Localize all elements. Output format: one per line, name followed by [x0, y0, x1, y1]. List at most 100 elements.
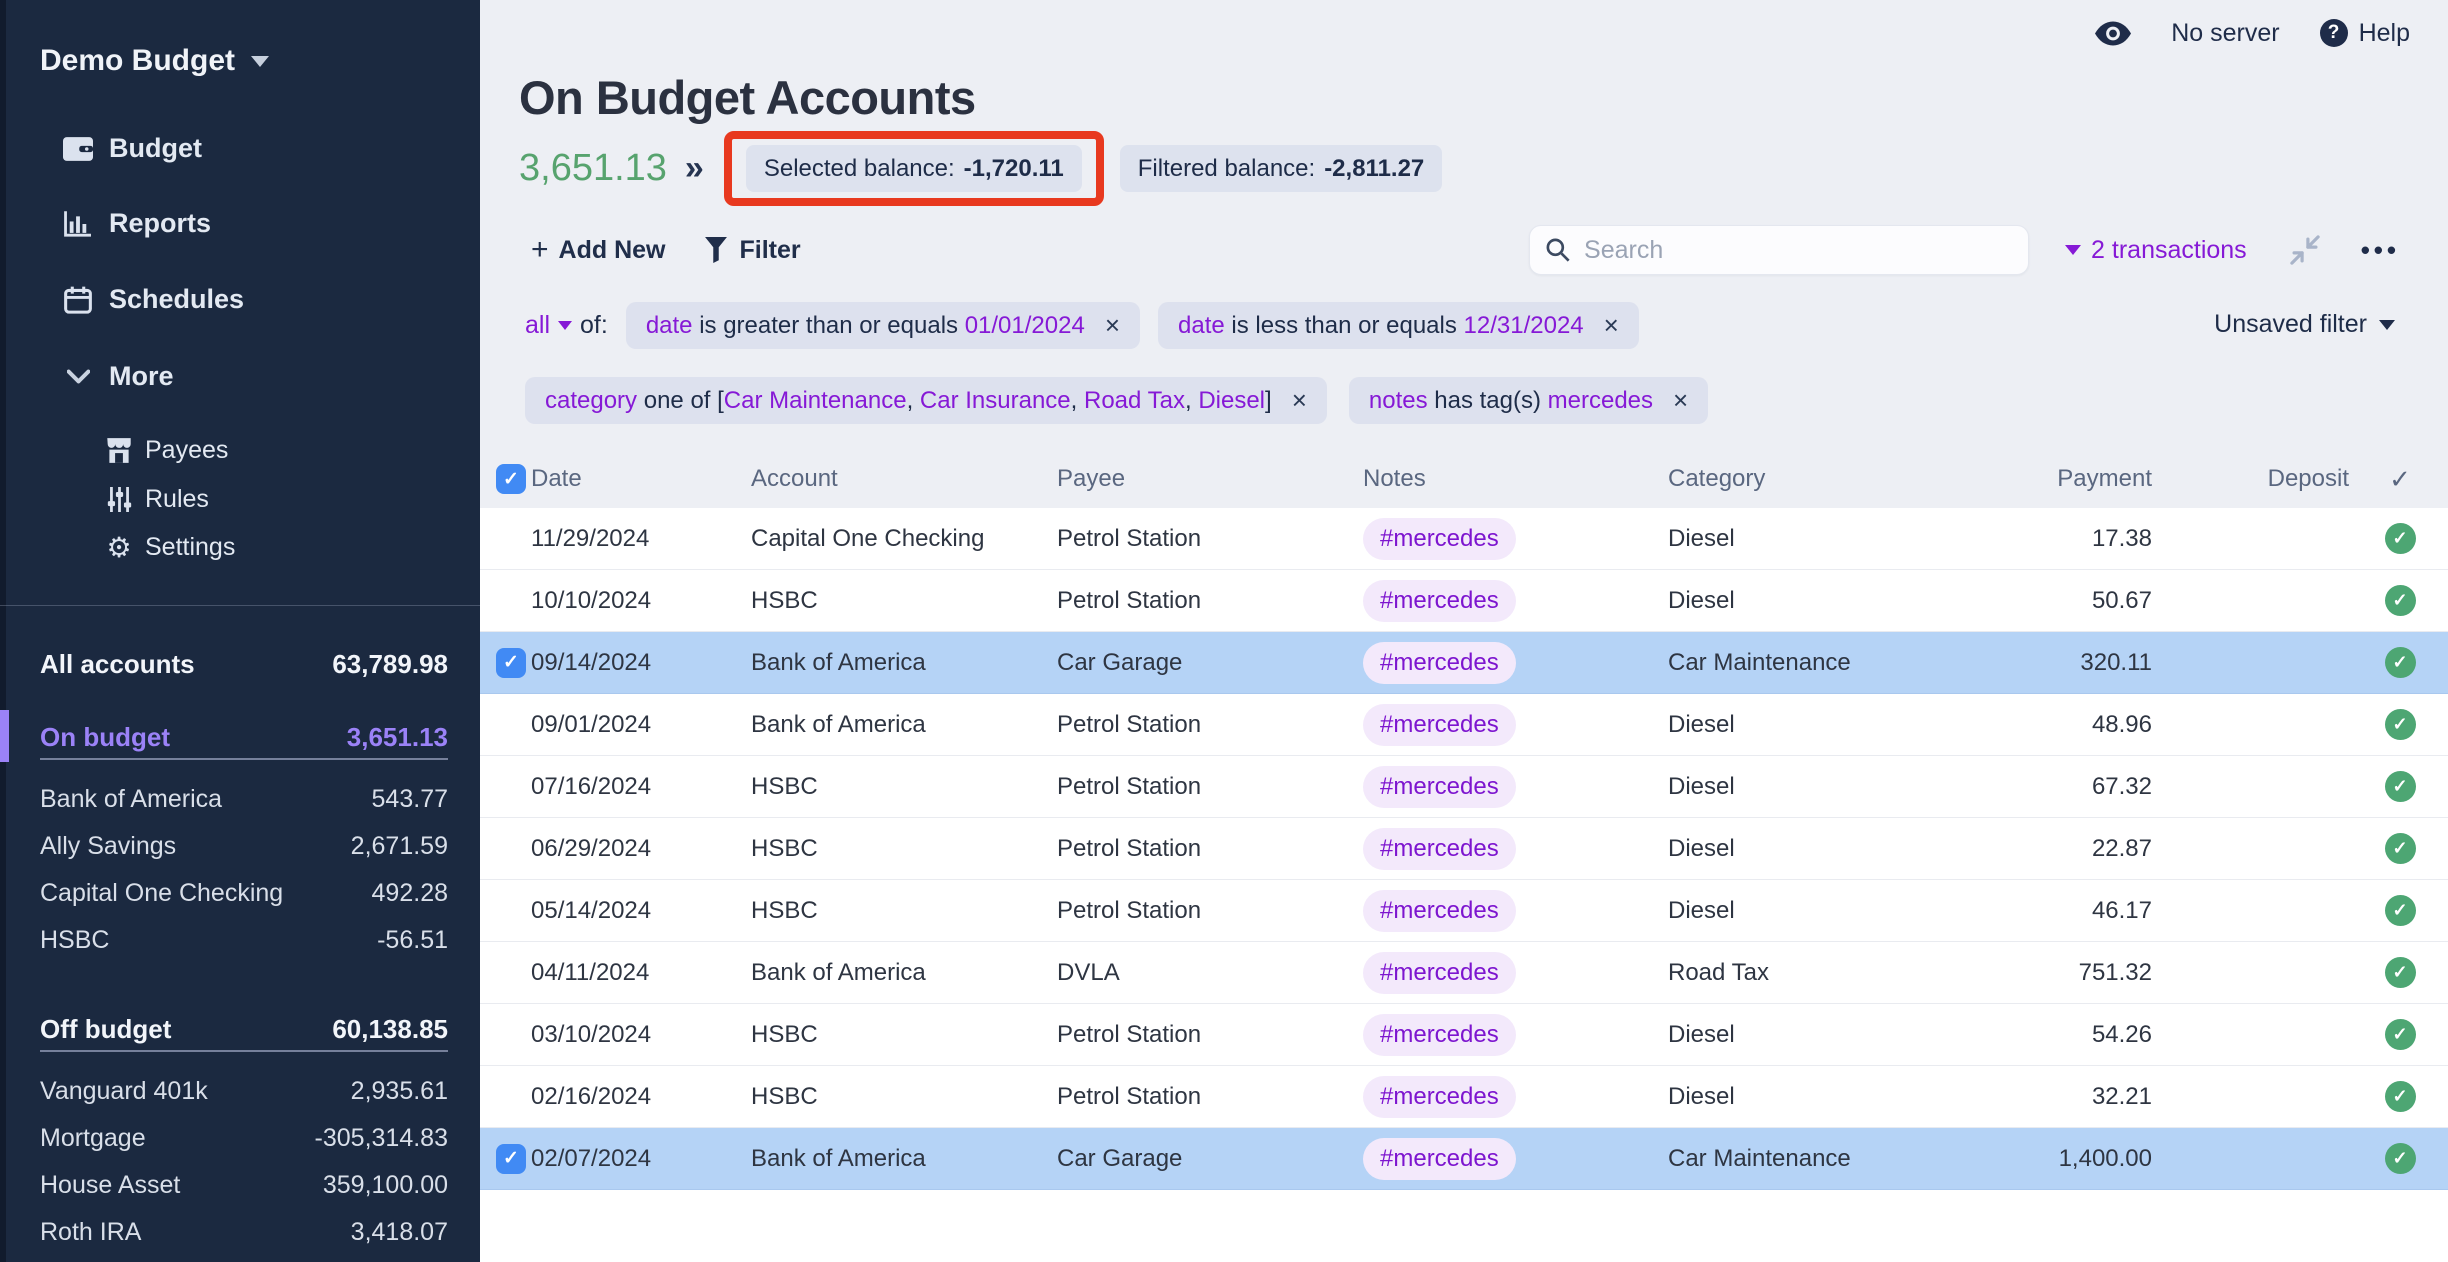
- cell-payment[interactable]: 48.96: [1892, 694, 2152, 755]
- cleared-icon[interactable]: ✓: [2385, 895, 2416, 926]
- column-header-date[interactable]: Date: [531, 450, 741, 508]
- cell-date[interactable]: 05/14/2024: [531, 880, 741, 941]
- cell-deposit[interactable]: [2180, 1128, 2349, 1189]
- sidebar-item-settings[interactable]: ⚙ Settings: [106, 533, 235, 562]
- cell-account[interactable]: Bank of America: [751, 942, 1051, 1003]
- double-chevron-icon[interactable]: »: [685, 149, 704, 188]
- cell-notes[interactable]: #mercedes: [1363, 1128, 1663, 1189]
- column-header-notes[interactable]: Notes: [1363, 450, 1663, 508]
- cell-payee[interactable]: Car Garage: [1057, 1128, 1357, 1189]
- cell-notes[interactable]: #mercedes: [1363, 632, 1663, 693]
- filter-chip[interactable]: notes has tag(s) mercedes×: [1349, 377, 1708, 424]
- cell-payment[interactable]: 320.11: [1892, 632, 2152, 693]
- cell-account[interactable]: HSBC: [751, 1004, 1051, 1065]
- cell-payee[interactable]: Petrol Station: [1057, 756, 1357, 817]
- column-header-account[interactable]: Account: [751, 450, 1051, 508]
- filter-chip[interactable]: date is less than or equals 12/31/2024×: [1158, 302, 1639, 349]
- cell-account[interactable]: HSBC: [751, 818, 1051, 879]
- sidebar-item-budget[interactable]: Budget: [62, 133, 202, 164]
- cleared-icon[interactable]: ✓: [2385, 709, 2416, 740]
- cell-payment[interactable]: 17.38: [1892, 508, 2152, 569]
- cleared-icon[interactable]: ✓: [2385, 957, 2416, 988]
- cell-payee[interactable]: Petrol Station: [1057, 694, 1357, 755]
- sidebar-account-item[interactable]: Ally Savings2,671.59: [40, 823, 448, 870]
- cell-payment[interactable]: 22.87: [1892, 818, 2152, 879]
- sidebar-account-item[interactable]: Mortgage-305,314.83: [40, 1115, 448, 1162]
- search-input[interactable]: [1582, 235, 2012, 266]
- budget-switcher[interactable]: Demo Budget: [40, 44, 269, 78]
- cell-date[interactable]: 11/29/2024: [531, 508, 741, 569]
- transaction-row[interactable]: 06/29/2024HSBCPetrol Station#mercedesDie…: [480, 818, 2448, 880]
- cell-payee[interactable]: Petrol Station: [1057, 1004, 1357, 1065]
- selected-transactions-dropdown[interactable]: 2 transactions: [2065, 236, 2247, 265]
- cleared-icon[interactable]: ✓: [2385, 647, 2416, 678]
- cleared-icon[interactable]: ✓: [2385, 1081, 2416, 1112]
- cell-account[interactable]: Capital One Checking: [751, 508, 1051, 569]
- cell-payee[interactable]: Petrol Station: [1057, 880, 1357, 941]
- remove-filter-icon[interactable]: ×: [1292, 385, 1307, 416]
- cell-payment[interactable]: 751.32: [1892, 942, 2152, 1003]
- cell-notes[interactable]: #mercedes: [1363, 508, 1663, 569]
- cell-date[interactable]: 09/01/2024: [531, 694, 741, 755]
- sidebar-item-reports[interactable]: Reports: [62, 208, 211, 239]
- sidebar-item-payees[interactable]: Payees: [106, 436, 228, 465]
- transaction-row[interactable]: 02/16/2024HSBCPetrol Station#mercedesDie…: [480, 1066, 2448, 1128]
- cell-notes[interactable]: #mercedes: [1363, 756, 1663, 817]
- sidebar-item-more[interactable]: More: [62, 361, 174, 392]
- cell-account[interactable]: Bank of America: [751, 632, 1051, 693]
- cleared-icon[interactable]: ✓: [2385, 833, 2416, 864]
- cell-account[interactable]: Bank of America: [751, 1128, 1051, 1189]
- cell-payee[interactable]: Petrol Station: [1057, 508, 1357, 569]
- sidebar-account-item[interactable]: Roth IRA3,418.07: [40, 1209, 448, 1256]
- cell-account[interactable]: HSBC: [751, 570, 1051, 631]
- column-header-payment[interactable]: Payment: [1892, 450, 2152, 508]
- cell-payment[interactable]: 50.67: [1892, 570, 2152, 631]
- cleared-icon[interactable]: ✓: [2385, 585, 2416, 616]
- cell-deposit[interactable]: [2180, 1066, 2349, 1127]
- filter-chip[interactable]: category one of [Car Maintenance, Car In…: [525, 377, 1327, 424]
- transaction-row[interactable]: 05/14/2024HSBCPetrol Station#mercedesDie…: [480, 880, 2448, 942]
- cell-payee[interactable]: Petrol Station: [1057, 570, 1357, 631]
- cell-deposit[interactable]: [2180, 942, 2349, 1003]
- conjunction-dropdown[interactable]: all: [525, 311, 550, 340]
- sidebar-account-item[interactable]: Vanguard 401k2,935.61: [40, 1068, 448, 1115]
- cell-notes[interactable]: #mercedes: [1363, 880, 1663, 941]
- sidebar-account-item[interactable]: HSBC-56.51: [40, 917, 448, 964]
- cell-payment[interactable]: 46.17: [1892, 880, 2152, 941]
- row-checkbox[interactable]: ✓: [496, 648, 526, 678]
- cleared-icon[interactable]: ✓: [2385, 771, 2416, 802]
- cell-date[interactable]: 04/11/2024: [531, 942, 741, 1003]
- cell-payee[interactable]: Car Garage: [1057, 632, 1357, 693]
- more-options-icon[interactable]: •••: [2361, 235, 2400, 266]
- server-status[interactable]: No server: [2171, 19, 2279, 48]
- account-group-header[interactable]: On budget3,651.13: [40, 716, 448, 760]
- cell-date[interactable]: 02/07/2024: [531, 1128, 741, 1189]
- cell-date[interactable]: 06/29/2024: [531, 818, 741, 879]
- cell-payment[interactable]: 32.21: [1892, 1066, 2152, 1127]
- cell-payment[interactable]: 67.32: [1892, 756, 2152, 817]
- all-accounts-row[interactable]: All accounts 63,789.98: [40, 636, 448, 692]
- cell-date[interactable]: 09/14/2024: [531, 632, 741, 693]
- cell-notes[interactable]: #mercedes: [1363, 570, 1663, 631]
- sidebar-account-item[interactable]: Capital One Checking492.28: [40, 870, 448, 917]
- cell-deposit[interactable]: [2180, 756, 2349, 817]
- add-new-button[interactable]: + Add New: [531, 233, 665, 267]
- help-button[interactable]: ? Help: [2320, 19, 2410, 48]
- cell-deposit[interactable]: [2180, 818, 2349, 879]
- filter-button[interactable]: Filter: [705, 236, 800, 265]
- cleared-icon[interactable]: ✓: [2385, 523, 2416, 554]
- unsaved-filter-dropdown[interactable]: Unsaved filter: [2214, 310, 2395, 339]
- collapse-icon[interactable]: [2289, 234, 2321, 266]
- column-header-payee[interactable]: Payee: [1057, 450, 1357, 508]
- cell-account[interactable]: HSBC: [751, 756, 1051, 817]
- transaction-row[interactable]: ✓09/14/2024Bank of AmericaCar Garage#mer…: [480, 632, 2448, 694]
- cleared-icon[interactable]: ✓: [2385, 1143, 2416, 1174]
- remove-filter-icon[interactable]: ×: [1604, 310, 1619, 341]
- cleared-icon[interactable]: ✓: [2385, 1019, 2416, 1050]
- sidebar-account-item[interactable]: House Asset359,100.00: [40, 1162, 448, 1209]
- cell-payment[interactable]: 54.26: [1892, 1004, 2152, 1065]
- cell-notes[interactable]: #mercedes: [1363, 694, 1663, 755]
- cell-deposit[interactable]: [2180, 570, 2349, 631]
- filter-chip[interactable]: date is greater than or equals 01/01/202…: [626, 302, 1140, 349]
- cell-payment[interactable]: 1,400.00: [1892, 1128, 2152, 1189]
